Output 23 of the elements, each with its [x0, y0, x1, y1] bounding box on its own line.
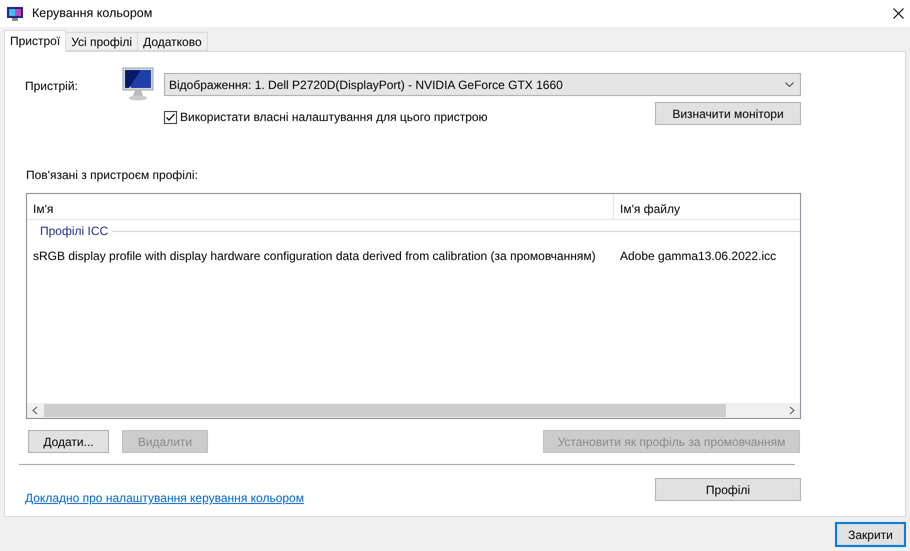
identify-monitors-button[interactable]: Визначити монітори [655, 102, 801, 125]
chevron-down-icon [785, 82, 794, 87]
profile-action-button[interactable]: Додати... [28, 430, 109, 453]
checkbox-label: Використати власні налаштування для цього пристрою [180, 109, 488, 126]
horizontal-scrollbar[interactable] [27, 403, 800, 418]
tab[interactable]: Додатково [138, 32, 208, 51]
checkbox[interactable] [164, 110, 177, 124]
column-header[interactable]: Ім'я [27, 194, 614, 219]
section-label: Пов'язані з пристроєм профілі: [26, 167, 199, 184]
help-link[interactable]: Докладно про налаштування керування кольором [25, 489, 304, 507]
window-title: Керування кольором [32, 5, 152, 22]
group-header: Профілі ICC [40, 223, 108, 240]
device-dropdown[interactable]: Відображення: 1. Dell P2720D(DisplayPort) - NVIDIA GeForce GTX 1660 [164, 73, 801, 96]
tab[interactable]: Усі профілі [66, 32, 138, 51]
table-cell-text: sRGB display profile with display hardware configuration data derived from calibration (за промовчанням) [32, 248, 597, 265]
device-label: Пристрій: [25, 78, 79, 95]
tab[interactable]: Пристрої [4, 30, 66, 52]
table-cell-text: Adobe gamma13.06.2022.icc [619, 248, 778, 265]
close-icon[interactable] [893, 8, 904, 19]
profiles-button[interactable]: Профілі [655, 478, 801, 501]
monitor-icon [6, 6, 24, 22]
column-header[interactable]: Ім'я файлу [614, 194, 800, 219]
close-button[interactable]: Закрити [835, 522, 906, 547]
